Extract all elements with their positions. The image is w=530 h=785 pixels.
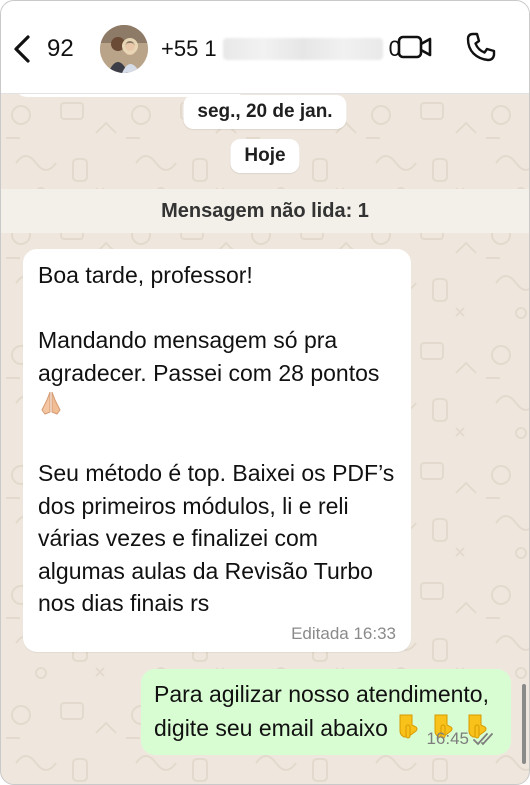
double-check-icon — [473, 733, 493, 746]
contact-name[interactable]: +55 1 0 — [161, 36, 401, 62]
redacted-phone-digits — [222, 38, 383, 60]
outgoing-message-time: 16:45 — [426, 729, 469, 748]
outgoing-message-meta: 16:45 — [426, 729, 497, 749]
chevron-left-icon — [14, 35, 30, 63]
unread-chats-count: 92 — [47, 35, 74, 62]
video-call-icon — [397, 35, 432, 59]
incoming-message-part2: Seu método é top. Baixei os PDF’s dos pr… — [38, 460, 395, 616]
incoming-message-text: Boa tarde, professor! Mandando mensagem … — [38, 259, 396, 620]
incoming-message-part1: Boa tarde, professor! Mandando mensagem … — [38, 262, 380, 386]
unread-messages-banner: Mensagem não lida: 1 — [1, 189, 529, 233]
chat-header: 92 +55 1 0 — [1, 1, 529, 94]
phone-call-icon — [466, 32, 496, 62]
voice-call-button[interactable] — [465, 31, 497, 68]
video-call-button[interactable] — [397, 31, 433, 68]
incoming-message-meta: Editada 16:33 — [291, 623, 396, 643]
date-separator-today: Hoje — [230, 139, 300, 173]
chat-scrollbar[interactable] — [522, 684, 526, 764]
date-separator-previous: seg., 20 de jan. — [183, 95, 347, 129]
contact-avatar[interactable] — [100, 25, 148, 73]
back-button[interactable]: 92 — [11, 29, 74, 69]
folded-hands-icon — [38, 390, 64, 425]
pointing-down-icon — [394, 711, 422, 748]
phone-prefix: +55 1 — [161, 36, 217, 61]
chat-screen: 92 +55 1 0 seg., 20 de jan. Hoje Mensage… — [0, 0, 530, 785]
outgoing-message[interactable]: Para agilizar nosso atendimento, digite … — [141, 669, 511, 755]
incoming-message[interactable]: Boa tarde, professor! Mandando mensagem … — [23, 249, 411, 652]
